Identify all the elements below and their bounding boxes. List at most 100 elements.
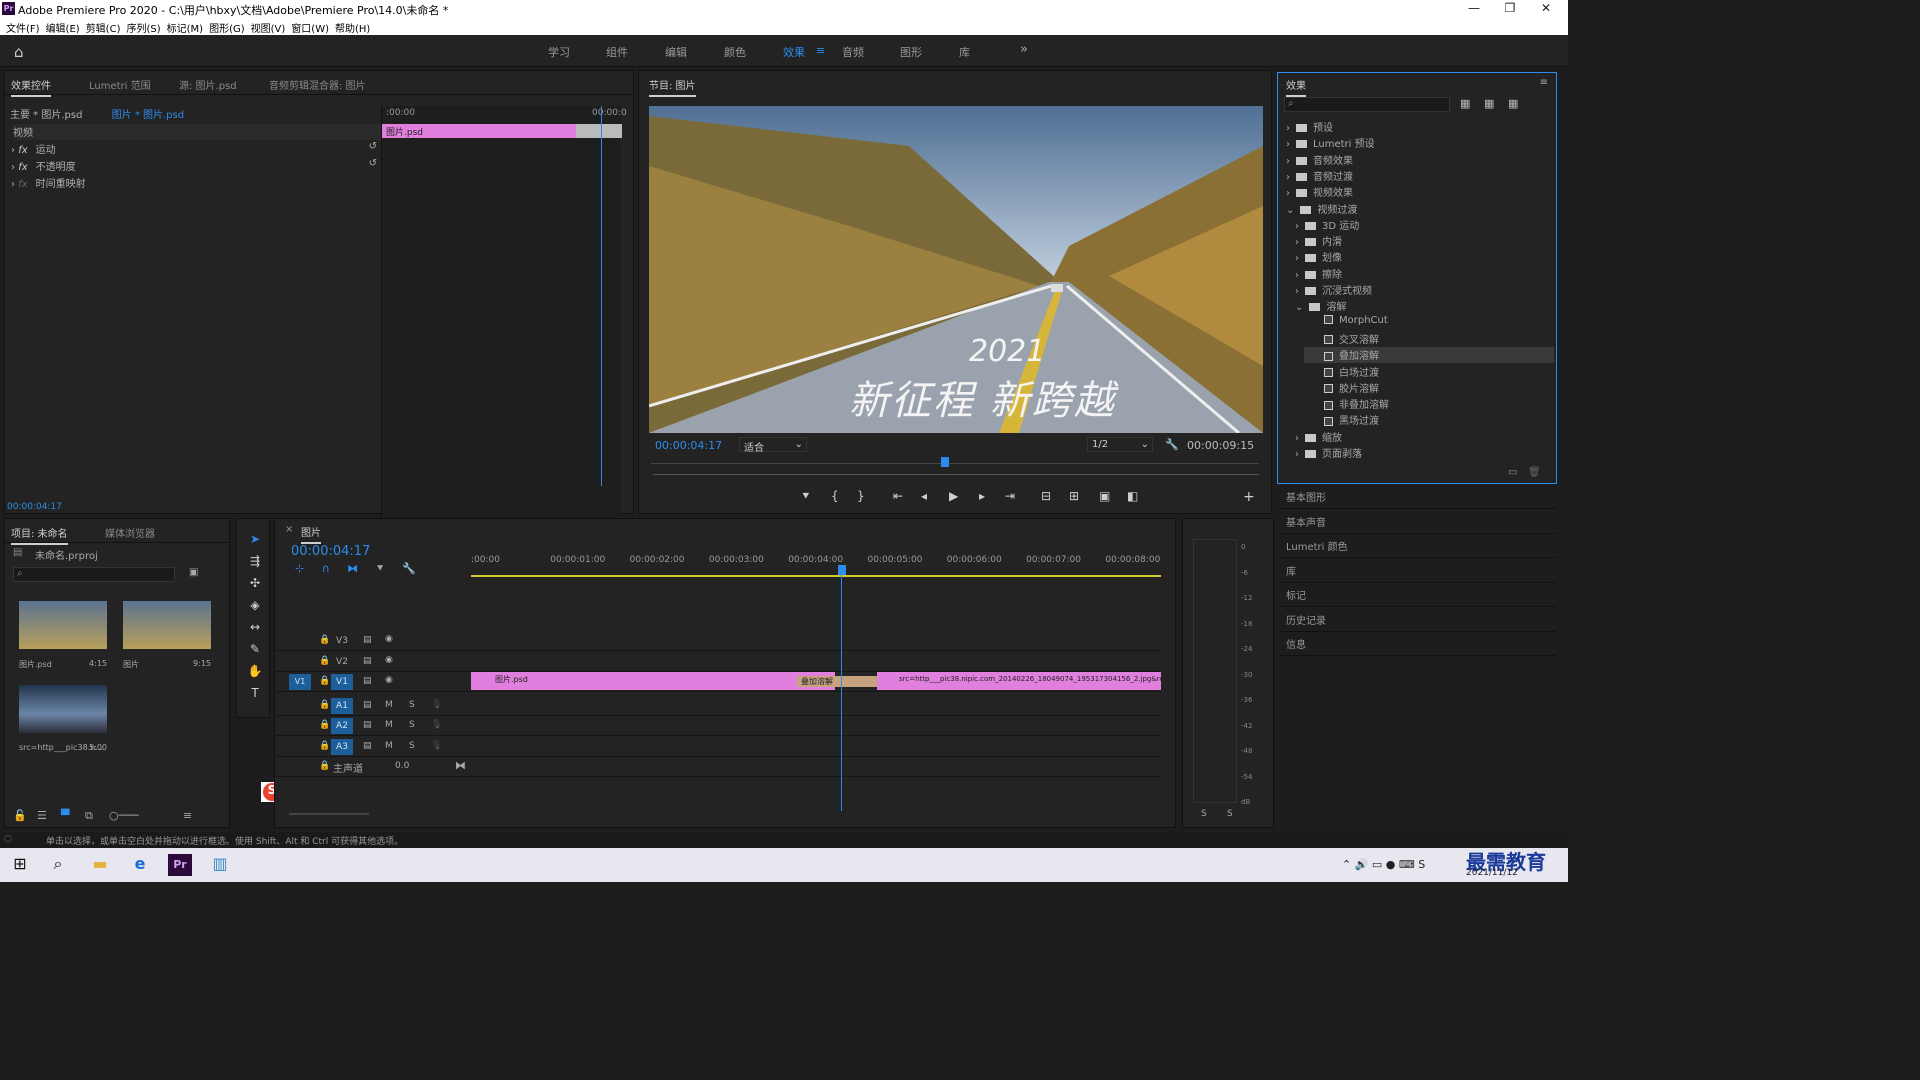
ec-effect-row[interactable]: › fx 不透明度 ↺	[11, 158, 381, 174]
ec-tab-1[interactable]: Lumetri 范围	[89, 77, 151, 92]
side-panel-5[interactable]: 历史记录	[1280, 610, 1556, 632]
project-tab-1[interactable]: 媒体浏览器	[105, 525, 155, 540]
program-timecode[interactable]: 00:00:04:17	[655, 439, 722, 452]
workspace-tab-6[interactable]: 图形	[900, 44, 922, 60]
search-icon[interactable]: ⌕	[46, 854, 70, 876]
pen-icon[interactable]: ✎	[247, 642, 263, 658]
timeline-zoom-scrollbar[interactable]	[289, 813, 369, 815]
sync-lock-icon[interactable]: ▤	[363, 741, 372, 751]
project-item[interactable]: 图片.psd 4:15	[15, 601, 111, 677]
sequence-tab[interactable]: 图片	[301, 524, 321, 544]
track-select-icon[interactable]: ⇶	[247, 554, 263, 570]
ec-tab-3[interactable]: 音频剪辑混合器: 图片	[269, 77, 366, 92]
expand-arrow-icon[interactable]: ⌄	[1295, 302, 1303, 313]
expand-arrow-icon[interactable]: ⌄	[1286, 205, 1294, 216]
effects-tree-item[interactable]: › 预设	[1286, 119, 1554, 135]
panel-menu-icon[interactable]: ≡	[1540, 77, 1548, 88]
more-workspaces-icon[interactable]: »	[1020, 42, 1028, 57]
solo-button[interactable]: S	[409, 720, 415, 730]
app-taskbar-icon[interactable]: ▥	[208, 854, 232, 876]
find-icon[interactable]: ▣	[189, 567, 198, 578]
windows-start-icon[interactable]: ⊞	[8, 854, 32, 876]
resolution-dropdown[interactable]: 1/2 ⌄	[1087, 437, 1153, 452]
expand-arrow-icon[interactable]: ›	[1286, 156, 1290, 167]
effects-tree-item[interactable]: 白场过渡	[1304, 364, 1554, 380]
eye-icon[interactable]: ◉	[385, 634, 393, 644]
close-button[interactable]: ✕	[1528, 1, 1564, 17]
mute-button[interactable]: M	[385, 720, 393, 730]
program-monitor-title[interactable]: 节目: 图片	[649, 77, 696, 97]
fit-dropdown[interactable]: 适合 ⌄	[739, 437, 807, 454]
ec-tab-0[interactable]: 效果控件	[11, 77, 51, 97]
go-to-end-icon[interactable]: ⧓	[455, 759, 466, 772]
edge-icon[interactable]: e	[128, 854, 152, 876]
sync-lock-icon[interactable]: ▤	[363, 676, 372, 686]
effects-tree-item[interactable]: 黑场过渡	[1304, 412, 1554, 428]
wrench-icon[interactable]: 🔧	[1165, 438, 1179, 451]
timeline-clip-2[interactable]: src=http___pic38.nipic.com_20140226_1804…	[877, 672, 1161, 690]
solo-button[interactable]: S	[409, 741, 415, 751]
track-target[interactable]: A2	[331, 718, 353, 734]
workspace-tab-4[interactable]: 效果	[783, 44, 805, 60]
timeline-settings-icon[interactable]: 🔧	[402, 562, 416, 575]
sync-lock-icon[interactable]: ▤	[363, 656, 372, 666]
expand-arrow-icon[interactable]: ›	[1295, 253, 1299, 264]
effects-tree-item[interactable]: 胶片溶解	[1304, 380, 1554, 396]
ec-timecode[interactable]: 00:00:04:17	[7, 502, 62, 512]
program-playhead[interactable]	[941, 457, 949, 467]
sort-icon[interactable]: ≡	[183, 809, 192, 822]
list-view-icon[interactable]: ☰	[37, 809, 47, 822]
expand-arrow-icon[interactable]: ›	[1295, 237, 1299, 248]
solo-right[interactable]: S	[1227, 809, 1233, 819]
menu-item-0[interactable]: 文件(F)	[6, 20, 40, 35]
expand-arrow-icon[interactable]: ›	[1286, 123, 1290, 134]
effects-tree-item[interactable]: › 页面剥落	[1295, 445, 1554, 461]
track-target[interactable]: V2	[331, 654, 353, 670]
track-lock-icon[interactable]: 🔒	[319, 656, 330, 666]
ripple-edit-icon[interactable]: ✣	[247, 576, 263, 592]
side-panel-2[interactable]: Lumetri 颜色	[1280, 536, 1556, 558]
32bit-effects-icon[interactable]: ▦	[1484, 97, 1494, 110]
ec-effect-row[interactable]: › fx 时间重映射	[11, 175, 381, 191]
nest-icon[interactable]: ⊹	[295, 562, 304, 575]
effects-search-input[interactable]: ⌕	[1284, 97, 1450, 112]
effects-tree-item[interactable]: › 视频效果	[1286, 184, 1554, 200]
ec-tab-2[interactable]: 源: 图片.psd	[179, 77, 237, 92]
close-sequence-icon[interactable]: ×	[285, 524, 293, 535]
tray-icons[interactable]: ⌃ 🔊 ▭ ● ⌨ S	[1342, 858, 1425, 871]
effects-tree-item[interactable]: 叠加溶解	[1304, 347, 1554, 364]
expand-arrow-icon[interactable]: ›	[1295, 221, 1299, 232]
side-panel-0[interactable]: 基本图形	[1280, 487, 1556, 509]
menu-item-7[interactable]: 窗口(W)	[291, 20, 329, 35]
effects-tree-item[interactable]: ⌄ 视频过渡	[1286, 201, 1554, 217]
comparison-view-icon[interactable]: ◧	[1127, 489, 1138, 503]
effects-tree-item[interactable]: › 划像	[1295, 249, 1554, 265]
microphone-icon[interactable]: 🎙	[431, 720, 442, 730]
sync-lock-icon[interactable]: ▤	[363, 635, 372, 645]
effects-tree-item[interactable]: › 音频效果	[1286, 152, 1554, 168]
workspace-tab-2[interactable]: 编辑	[665, 44, 687, 60]
effects-tree-item[interactable]: › 擦除	[1295, 266, 1554, 282]
side-panel-4[interactable]: 标记	[1280, 585, 1556, 607]
microphone-icon[interactable]: 🎙	[431, 700, 442, 710]
timeline-playhead[interactable]	[841, 565, 842, 811]
eye-icon[interactable]: ◉	[385, 655, 393, 665]
slip-tool-icon[interactable]: ↔	[247, 620, 263, 636]
transition-clip[interactable]: 叠加溶解	[797, 676, 877, 687]
effects-tree-item[interactable]: › 缩放	[1295, 429, 1554, 445]
track-target[interactable]: V3	[331, 633, 353, 649]
menu-item-8[interactable]: 帮助(H)	[335, 20, 370, 35]
effects-tree-item[interactable]: ⌄ 溶解	[1295, 298, 1554, 314]
add-marker-icon[interactable]: ⯆	[376, 562, 385, 575]
active-clip-label[interactable]: 图片 * 图片.psd	[112, 110, 184, 121]
timeline-clip-1[interactable]: 图片.psd	[471, 672, 835, 690]
master-clip-label[interactable]: 主要 * 图片.psd	[10, 110, 82, 121]
accelerated-effects-icon[interactable]: ▦	[1460, 97, 1470, 110]
go-to-out-icon[interactable]: ⇥	[1005, 489, 1015, 503]
add-marker-icon[interactable]: ⯆	[801, 489, 811, 504]
track-lock-icon[interactable]: 🔒	[319, 635, 330, 645]
hand-icon[interactable]: ✋	[247, 664, 263, 680]
effects-tree-item[interactable]: › 内滑	[1295, 233, 1554, 249]
minimize-button[interactable]: —	[1456, 1, 1492, 17]
freeform-view-icon[interactable]: ⧉	[85, 809, 93, 823]
